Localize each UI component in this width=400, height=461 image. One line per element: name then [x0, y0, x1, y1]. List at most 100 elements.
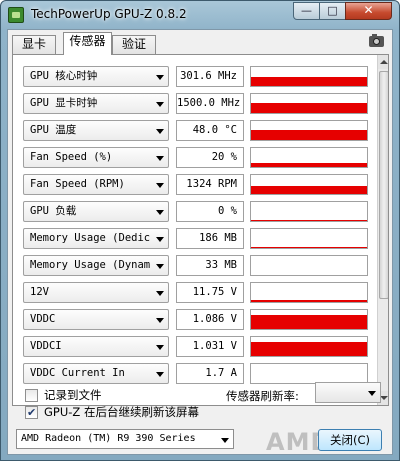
log-to-file-label: 记录到文件: [44, 388, 102, 402]
sensor-row: Memory Usage (Dedicated) 186 MB: [23, 225, 368, 251]
sensor-graph-fill: [251, 220, 367, 221]
sensor-name: Fan Speed (RPM): [30, 178, 125, 190]
sensor-value: 11.75 V: [176, 282, 244, 303]
sensor-name-dropdown[interactable]: 12V: [23, 282, 169, 303]
minimize-button[interactable]: —: [293, 2, 320, 20]
sensor-name: Memory Usage (Dynamic): [30, 259, 150, 271]
sensor-name-dropdown[interactable]: GPU 负载: [23, 201, 169, 222]
sensor-graph-fill: [251, 342, 367, 356]
sensor-graph-fill: [251, 315, 367, 329]
sensor-value: 1.031 V: [176, 336, 244, 357]
sensor-value: 1.086 V: [176, 309, 244, 330]
sensor-graph-fill: [251, 103, 367, 113]
background-refresh-checkbox[interactable]: [25, 405, 38, 420]
sensor-name: GPU 核心时钟: [30, 70, 98, 82]
gpuz-app-icon: [8, 7, 24, 23]
sensor-value: 1.7 A: [176, 363, 244, 384]
refresh-rate-select[interactable]: [315, 382, 381, 403]
chevron-down-icon: [156, 264, 164, 269]
chevron-down-icon: [156, 183, 164, 188]
sensor-graph: [250, 201, 368, 222]
sensor-name-dropdown[interactable]: Fan Speed (RPM): [23, 174, 169, 195]
sensor-graph: [250, 309, 368, 330]
sensor-name-dropdown[interactable]: VDDC Current In: [23, 363, 169, 384]
close-button[interactable]: 关闭(C): [318, 429, 382, 451]
chevron-down-icon: [156, 345, 164, 350]
sensor-name: GPU 温度: [30, 124, 77, 136]
chevron-down-icon: [156, 129, 164, 134]
sensor-row: GPU 显卡时钟 1500.0 MHz: [23, 90, 368, 116]
maximize-button[interactable]: □: [319, 2, 346, 20]
chevron-down-icon: [156, 102, 164, 107]
scroll-up-arrow-icon[interactable]: [378, 55, 388, 69]
sensor-graph-fill: [251, 77, 367, 86]
sensors-scrollbar[interactable]: [377, 55, 388, 405]
chevron-down-icon: [156, 291, 164, 296]
close-window-button[interactable]: ✕: [345, 2, 392, 20]
sensor-name: Fan Speed (%): [30, 151, 113, 163]
sensor-name-dropdown[interactable]: Fan Speed (%): [23, 147, 169, 168]
sensor-row: Fan Speed (RPM) 1324 RPM: [23, 171, 368, 197]
sensor-name-dropdown[interactable]: Memory Usage (Dedicated): [23, 228, 169, 249]
sensor-row: GPU 核心时钟 301.6 MHz: [23, 63, 368, 89]
gpuz-window: TechPowerUp GPU-Z 0.8.2 — □ ✕ 显卡 传感器 验证 …: [0, 0, 400, 461]
sensor-graph: [250, 147, 368, 168]
sensor-graph: [250, 336, 368, 357]
sensor-name-dropdown[interactable]: GPU 温度: [23, 120, 169, 141]
gpu-selector[interactable]: AMD Radeon (TM) R9 390 Series: [16, 429, 234, 449]
sensor-row: Memory Usage (Dynamic) 33 MB: [23, 252, 368, 278]
sensor-graph-fill: [251, 130, 367, 140]
chevron-down-icon: [156, 372, 164, 377]
chevron-down-icon: [156, 318, 164, 323]
sensor-value: 20 %: [176, 147, 244, 168]
sensor-graph: [250, 66, 368, 87]
sensors-panel: GPU 核心时钟 301.6 MHz GPU 显卡时钟 1500.0 MHz GPU 温…: [12, 54, 389, 406]
sensor-graph-fill: [251, 247, 367, 248]
sensor-graph: [250, 93, 368, 114]
sensor-name-dropdown[interactable]: GPU 核心时钟: [23, 66, 169, 87]
camera-icon[interactable]: [369, 34, 384, 47]
sensor-name-dropdown[interactable]: VDDCI: [23, 336, 169, 357]
sensor-graph: [250, 174, 368, 195]
background-refresh-label: GPU-Z 在后台继续刷新该屏幕: [44, 405, 199, 419]
sensor-graph: [250, 120, 368, 141]
sensor-value: 186 MB: [176, 228, 244, 249]
chevron-down-icon: [221, 438, 229, 443]
sensor-graph: [250, 363, 368, 384]
sensor-name-dropdown[interactable]: Memory Usage (Dynamic): [23, 255, 169, 276]
sensor-value: 33 MB: [176, 255, 244, 276]
chevron-down-icon: [156, 156, 164, 161]
tab-validation[interactable]: 验证: [112, 35, 156, 54]
sensor-value: 301.6 MHz: [176, 66, 244, 87]
tab-graphics-card[interactable]: 显卡: [12, 35, 56, 54]
sensor-name: VDDC Current In: [30, 367, 125, 379]
sensor-name: VDDC: [30, 313, 56, 325]
chevron-down-icon: [156, 75, 164, 80]
chevron-down-icon: [368, 391, 376, 396]
scroll-thumb[interactable]: [379, 71, 388, 299]
refresh-rate-label: 传感器刷新率:: [226, 389, 299, 403]
sensor-graph-fill: [251, 163, 367, 167]
sensor-value: 1324 RPM: [176, 174, 244, 195]
log-to-file-checkbox[interactable]: [25, 389, 38, 402]
sensor-graph: [250, 228, 368, 249]
sensor-name: Memory Usage (Dedicated): [30, 232, 150, 244]
sensor-name: VDDCI: [30, 340, 62, 352]
title-bar[interactable]: TechPowerUp GPU-Z 0.8.2 — □ ✕: [1, 1, 399, 29]
sensor-value: 0 %: [176, 201, 244, 222]
sensor-row: Fan Speed (%) 20 %: [23, 144, 368, 170]
sensor-name-dropdown[interactable]: VDDC: [23, 309, 169, 330]
tab-sensors[interactable]: 传感器: [63, 32, 112, 55]
sensor-row: VDDC 1.086 V: [23, 306, 368, 332]
sensor-row: VDDCI 1.031 V: [23, 333, 368, 359]
gpu-selector-value: AMD Radeon (TM) R9 390 Series: [21, 433, 196, 444]
chevron-down-icon: [156, 210, 164, 215]
sensor-row: GPU 负载 0 %: [23, 198, 368, 224]
sensor-graph-fill: [251, 186, 367, 194]
sensor-row: GPU 温度 48.0 °C: [23, 117, 368, 143]
sensor-name-dropdown[interactable]: GPU 显卡时钟: [23, 93, 169, 114]
sensor-name: 12V: [30, 286, 49, 298]
sensor-graph-fill: [251, 300, 367, 302]
sensor-row: 12V 11.75 V: [23, 279, 368, 305]
sensor-name: GPU 显卡时钟: [30, 97, 98, 109]
